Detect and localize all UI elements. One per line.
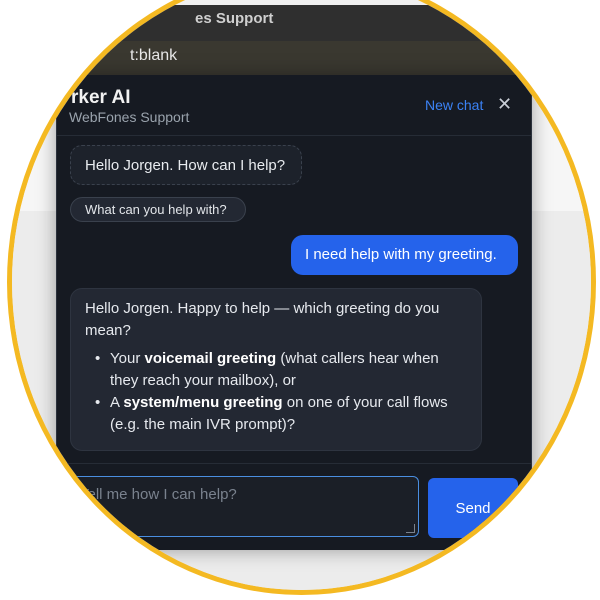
options-list: • Your voicemail greeting (what callers h… [85, 348, 465, 436]
chat-subtitle: WebFones Support [69, 109, 190, 125]
suggestion-label: What can you help with? [85, 202, 227, 217]
user-message: I need help with my greeting. [291, 235, 518, 275]
address-bar-url[interactable]: t:blank [130, 47, 177, 65]
chat-title: rker AI [71, 87, 131, 108]
resize-handle-icon[interactable] [406, 524, 415, 533]
browser-tab-bar [12, 5, 591, 41]
browser-tab-title[interactable]: es Support [195, 10, 273, 27]
send-button[interactable]: Send [428, 478, 518, 538]
assistant-message: Hello Jorgen. Happy to help — which gree… [70, 288, 482, 451]
browser-address-bar[interactable] [12, 41, 591, 75]
message-text: I need help with my greeting. [305, 246, 497, 263]
chat-composer: Tell me how I can help? Send [57, 463, 531, 551]
list-item: • Your voicemail greeting (what callers h… [95, 350, 439, 389]
message-input[interactable]: Tell me how I can help? [69, 476, 419, 537]
chat-widget: rker AI WebFones Support New chat ✕ Hell… [56, 75, 532, 550]
message-text: Hello Jorgen. How can I help? [85, 157, 286, 174]
new-chat-button[interactable]: New chat [425, 97, 483, 113]
close-icon[interactable]: ✕ [497, 94, 512, 115]
magnifier-lens: es Support t:blank rker AI WebFones Supp… [7, 0, 596, 595]
message-intro: Hello Jorgen. Happy to help — which gree… [85, 300, 440, 339]
assistant-message: Hello Jorgen. How can I help? [70, 145, 302, 185]
chat-header: rker AI WebFones Support New chat ✕ [57, 75, 531, 136]
screen-content: es Support t:blank rker AI WebFones Supp… [12, 5, 591, 590]
list-item: • A system/menu greeting on one of your c… [95, 394, 448, 433]
suggestion-chip[interactable]: What can you help with? [70, 197, 246, 222]
